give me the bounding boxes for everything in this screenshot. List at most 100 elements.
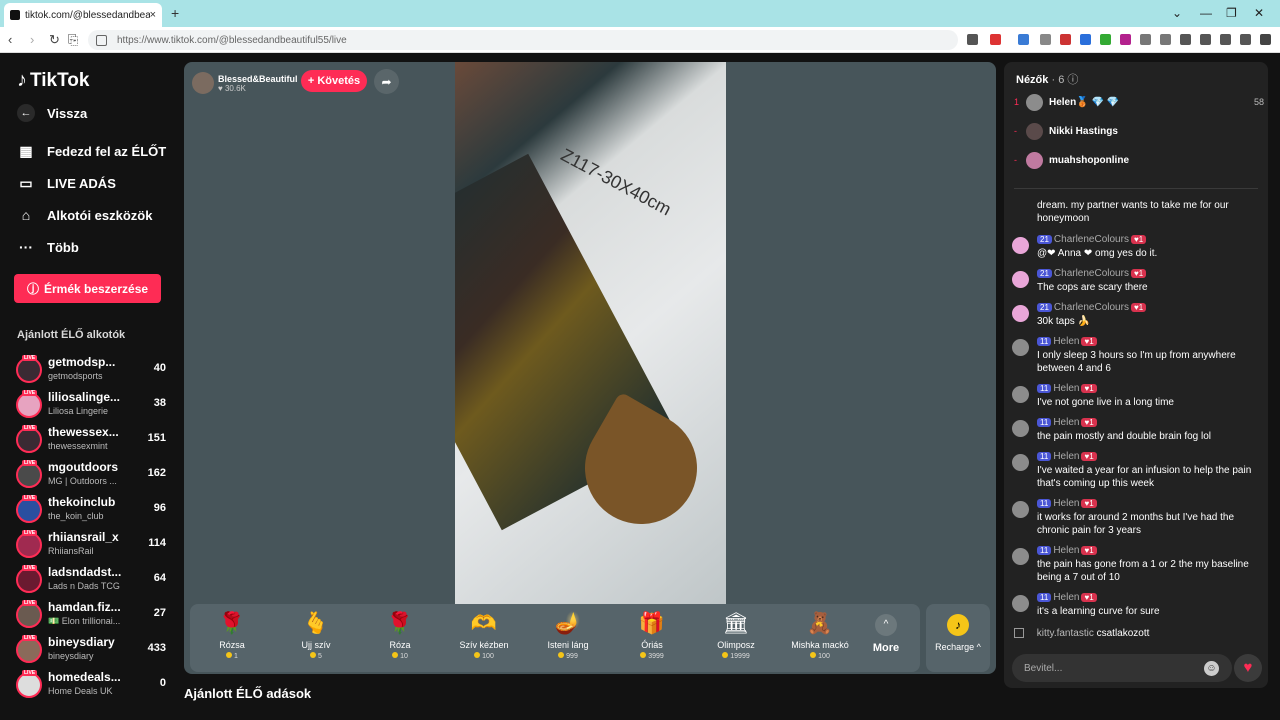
avatar[interactable] — [1012, 420, 1029, 437]
avatar — [1026, 94, 1043, 111]
nav-more[interactable]: ··· Több — [17, 239, 79, 255]
recharge-button[interactable]: ♪ Recharge ^ — [926, 604, 990, 672]
suggested-creator[interactable]: LIVE bineysdiary bineysdiary 433 — [16, 634, 166, 666]
emoji-icon[interactable]: ☺ — [1204, 661, 1219, 676]
message-user[interactable]: Helen — [1053, 451, 1079, 462]
bookmark-icon[interactable]: ⎘ — [68, 32, 78, 48]
message-user[interactable]: Helen — [1053, 383, 1079, 394]
nav-creator-tools[interactable]: ⌂ Alkotói eszközök — [17, 207, 153, 223]
address-bar[interactable]: https://www.tiktok.com/@blessedandbeauti… — [88, 30, 958, 50]
gift-price: 999 — [566, 653, 578, 660]
message-user[interactable]: CharleneColours — [1054, 268, 1129, 279]
avatar[interactable] — [1012, 454, 1029, 471]
gift-name: Isteni láng — [547, 640, 589, 650]
host-info[interactable]: Blessed&Beautiful ♥ 30.6K — [192, 68, 402, 98]
creator-name: mgoutdoors — [48, 460, 118, 474]
vpn-icon[interactable] — [1240, 34, 1251, 45]
avatar[interactable] — [1012, 595, 1029, 612]
reload-icon[interactable]: ↻ — [49, 32, 60, 48]
globe-extension-icon[interactable] — [1080, 34, 1091, 45]
nav-live-broadcast[interactable]: ▭ LIVE ADÁS — [17, 175, 115, 192]
avatar[interactable] — [1012, 339, 1029, 356]
viewer-row[interactable]: 1 Helen🥉 💎 💎 58 — [1014, 92, 1264, 116]
message-user[interactable]: Helen — [1053, 417, 1079, 428]
viewer-row[interactable]: - muahshoponline — [1014, 150, 1264, 174]
buy-coins-button[interactable]: ⓙ Érmék beszerzése — [14, 274, 161, 303]
follow-button[interactable]: + Követés — [301, 70, 367, 92]
suggested-creator[interactable]: LIVE liliosalinge... Liliosa Lingerie 38 — [16, 389, 166, 421]
puzzle-extension-icon[interactable] — [1160, 34, 1171, 45]
message-user[interactable]: Helen — [1053, 545, 1079, 556]
minimize-icon[interactable]: — — [1200, 6, 1212, 20]
nav-explore-live[interactable]: ▦ Fedezd fel az ÉLŐT — [17, 143, 166, 160]
suggested-creator[interactable]: LIVE thewessex... thewessexmint 151 — [16, 424, 166, 456]
forward-arrow-icon[interactable]: › — [30, 32, 34, 47]
translate-extension-icon[interactable] — [1018, 34, 1029, 45]
close-tab-icon[interactable]: × — [150, 9, 156, 21]
color-extension-icon[interactable] — [1100, 34, 1111, 45]
browser-tab-strip: tiktok.com/@blessedandbeau × + ⌄ — ❐ ✕ — [0, 0, 1280, 27]
avatar[interactable] — [1012, 501, 1029, 518]
like-heart-button[interactable]: ♥ — [1234, 654, 1262, 682]
history-extension-icon[interactable] — [1140, 34, 1151, 45]
suggested-creator[interactable]: LIVE ladsndadst... Lads n Dads TCG 64 — [16, 564, 166, 596]
message-user[interactable]: CharleneColours — [1054, 302, 1129, 313]
gift-item[interactable]: 🌹 Róza 10 — [358, 604, 442, 672]
wallet-icon[interactable] — [1200, 34, 1211, 45]
warning-extension-icon[interactable] — [990, 34, 1001, 45]
live-video[interactable]: Z117-30X40cm — [455, 62, 726, 604]
avatar[interactable] — [1012, 386, 1029, 403]
back-arrow-icon[interactable]: ‹ — [8, 32, 12, 47]
suggested-creator[interactable]: LIVE thekoinclub the_koin_club 96 — [16, 494, 166, 526]
sidebar-icon[interactable] — [1180, 34, 1191, 45]
browser-tab[interactable]: tiktok.com/@blessedandbeau × — [4, 3, 162, 27]
suggested-creator[interactable]: LIVE homedeals... Home Deals UK 0 — [16, 669, 166, 701]
gift-item[interactable]: 🌹 Rózsa 1 — [190, 604, 274, 672]
tiktok-logo[interactable]: ♪ TikTok — [17, 69, 89, 92]
u-extension-icon[interactable] — [1120, 34, 1131, 45]
shield-extension-icon[interactable] — [967, 34, 978, 45]
gift-item[interactable]: 🪔 Isteni láng 999 — [526, 604, 610, 672]
back-link[interactable]: ← Vissza — [17, 104, 87, 122]
site-info-icon[interactable] — [96, 34, 107, 46]
gift-item[interactable]: 🫰 Ujj szív 5 — [274, 604, 358, 672]
browser-tab-title: tiktok.com/@blessedandbeau — [25, 9, 150, 21]
star-icon[interactable] — [1220, 34, 1231, 45]
info-icon[interactable]: ⓘ — [1067, 74, 1078, 86]
tab-search-icon[interactable]: ⌄ — [1172, 6, 1182, 20]
message-user[interactable]: CharleneColours — [1054, 234, 1129, 245]
coin-icon — [558, 652, 565, 658]
maximize-icon[interactable]: ❐ — [1226, 6, 1237, 20]
window-close-icon[interactable]: ✕ — [1254, 6, 1264, 20]
suggested-creator[interactable]: LIVE hamdan.fiz... 💵 Elon trillionai... … — [16, 599, 166, 631]
level-badge: 11 — [1037, 546, 1052, 555]
chat-input[interactable]: Bevitel... — [1012, 654, 1232, 682]
message-text: I've waited a year for an infusion to he… — [1037, 465, 1252, 489]
viewer-row[interactable]: - Nikki Hastings — [1014, 121, 1264, 145]
suggested-creator[interactable]: LIVE rhiiansrail_x RhiiansRail 114 — [16, 529, 166, 561]
new-tab-icon[interactable]: + — [171, 5, 179, 21]
avatar[interactable] — [1012, 548, 1029, 565]
avatar[interactable] — [1012, 271, 1029, 288]
browser-menu-icon[interactable] — [1260, 34, 1271, 45]
message-user[interactable]: Helen — [1053, 336, 1079, 347]
viewer-rank: - — [1014, 126, 1017, 136]
tool-extension-icon[interactable] — [1040, 34, 1051, 45]
avatar[interactable] — [1012, 237, 1029, 254]
share-icon[interactable]: ➦ — [374, 69, 399, 94]
coin-icon — [392, 652, 399, 658]
message-user[interactable]: Helen — [1053, 592, 1079, 603]
hls-extension-icon[interactable] — [1060, 34, 1071, 45]
creator-name: rhiiansrail_x — [48, 530, 119, 544]
gift-price: 1 — [234, 653, 238, 660]
joined-user[interactable]: kitty.fantastic — [1037, 628, 1094, 639]
avatar[interactable] — [1012, 305, 1029, 322]
suggested-creator[interactable]: LIVE getmodsp... getmodsports 40 — [16, 354, 166, 386]
gift-item[interactable]: 🎁 Óriás 3999 — [610, 604, 694, 672]
gift-item[interactable]: 🏛 Olimposz 19999 — [694, 604, 778, 672]
suggested-creator[interactable]: LIVE mgoutdoors MG | Outdoors ... 162 — [16, 459, 166, 491]
gift-item[interactable]: 🫶 Szív kézben 100 — [442, 604, 526, 672]
more-gifts-button[interactable]: ^ More — [850, 604, 922, 672]
message-user[interactable]: Helen — [1053, 498, 1079, 509]
host-avatar[interactable] — [192, 72, 214, 94]
